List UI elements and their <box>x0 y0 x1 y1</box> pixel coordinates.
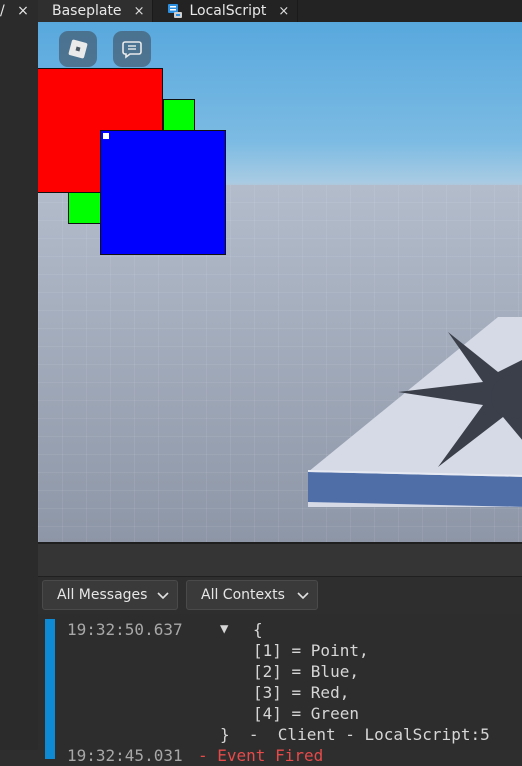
output-log[interactable]: 19:32:50.637 ▼ { [1] = Point, [2] = Blue… <box>38 614 522 765</box>
close-icon[interactable]: × <box>134 4 145 19</box>
tab-label: Baseplate <box>52 3 122 19</box>
tab-localscript[interactable]: LocalScript × <box>153 0 299 22</box>
table-item: [1] = Point, <box>253 641 369 660</box>
tab-label: LocalScript <box>189 3 267 19</box>
game-viewport[interactable] <box>38 22 522 544</box>
dropdown-label: All Contexts <box>201 587 285 603</box>
contexts-filter-dropdown[interactable]: All Contexts <box>186 580 318 610</box>
blue-square <box>100 130 226 255</box>
dropdown-label: All Messages <box>57 587 148 603</box>
output-filter-bar: All Messages All Contexts <box>38 576 522 615</box>
chevron-down-icon <box>157 592 169 600</box>
chat-icon <box>122 41 142 59</box>
log-timestamp: 19:32:50.637 <box>67 620 183 639</box>
table-item: [2] = Blue, <box>253 662 359 681</box>
table-open-brace: { <box>253 620 263 639</box>
green-square-back <box>163 99 195 131</box>
messages-filter-dropdown[interactable]: All Messages <box>42 580 178 610</box>
tab-bar: Baseplate × LocalScript × <box>38 0 522 22</box>
green-square-front <box>68 192 102 224</box>
white-marker <box>103 133 109 139</box>
roblox-logo-icon <box>68 39 88 59</box>
script-icon <box>168 4 183 18</box>
table-close-source: } - Client - LocalScript:5 <box>220 725 490 744</box>
close-icon[interactable]: × <box>17 3 29 19</box>
next-log-message: - Event Fired <box>198 746 324 765</box>
next-log-timestamp: 19:32:45.031 <box>67 746 183 765</box>
left-panel-strip: / × <box>0 0 39 750</box>
tab-baseplate[interactable]: Baseplate × <box>38 0 154 22</box>
left-panel-controls: / × <box>0 2 29 20</box>
close-icon[interactable]: × <box>278 4 289 19</box>
slash-glyph: / <box>0 3 5 19</box>
output-window-header <box>38 544 522 576</box>
table-item: [3] = Red, <box>253 683 350 702</box>
log-entry-indicator <box>45 619 55 759</box>
expand-toggle[interactable]: ▼ <box>220 619 228 640</box>
chat-button[interactable] <box>113 31 151 67</box>
table-item: [4] = Green <box>253 704 359 723</box>
roblox-menu-button[interactable] <box>59 31 97 67</box>
chevron-down-icon <box>297 592 309 600</box>
spawn-location <box>308 317 522 507</box>
